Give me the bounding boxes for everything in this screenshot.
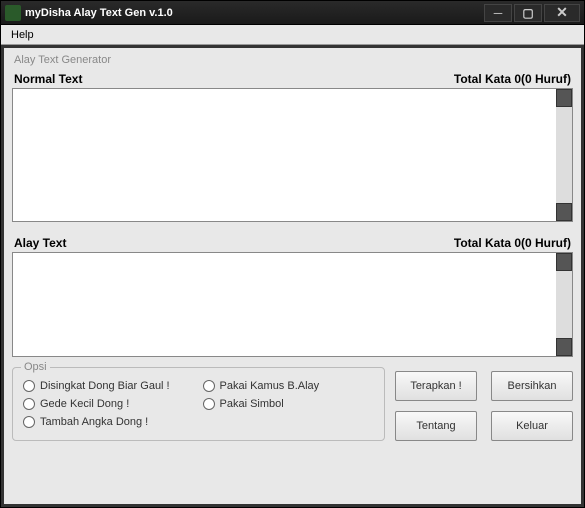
app-window: myDisha Alay Text Gen v.1.0 ─ ▢ ✕ Help A…: [0, 0, 585, 508]
options-grid: Disingkat Dong Biar Gaul ! Pakai Kamus B…: [23, 380, 374, 428]
normal-text-input[interactable]: [13, 89, 556, 221]
option-angka[interactable]: Tambah Angka Dong !: [23, 416, 195, 428]
scroll-down-icon[interactable]: [556, 338, 572, 356]
scroll-up-icon[interactable]: [556, 89, 572, 107]
scroll-up-icon[interactable]: [556, 253, 572, 271]
normal-stats: Total Kata 0(0 Huruf): [454, 72, 571, 86]
option-label: Pakai Simbol: [220, 398, 284, 410]
tentang-button[interactable]: Tentang: [395, 411, 477, 441]
alay-text-wrap: [12, 252, 573, 357]
alay-text-input[interactable]: [13, 253, 556, 356]
maximize-button[interactable]: ▢: [514, 4, 542, 22]
scroll-down-icon[interactable]: [556, 203, 572, 221]
bersihkan-button[interactable]: Bersihkan: [491, 371, 573, 401]
normal-header: Normal Text Total Kata 0(0 Huruf): [12, 72, 573, 88]
minimize-button[interactable]: ─: [484, 4, 512, 22]
options-legend: Opsi: [21, 361, 50, 373]
window-title: myDisha Alay Text Gen v.1.0: [25, 7, 484, 19]
radio-icon: [23, 380, 35, 392]
alay-stats: Total Kata 0(0 Huruf): [454, 236, 571, 250]
menu-help[interactable]: Help: [5, 27, 40, 43]
bottom-row: Opsi Disingkat Dong Biar Gaul ! Pakai Ka…: [12, 367, 573, 441]
alay-scrollbar[interactable]: [556, 253, 572, 356]
normal-label: Normal Text: [14, 72, 82, 86]
option-simbol[interactable]: Pakai Simbol: [203, 398, 375, 410]
terapkan-button[interactable]: Terapkan !: [395, 371, 477, 401]
option-gede-kecil[interactable]: Gede Kecil Dong !: [23, 398, 195, 410]
radio-icon: [23, 398, 35, 410]
app-icon: [5, 5, 21, 21]
button-group: Terapkan ! Bersihkan Tentang Keluar: [395, 367, 573, 441]
normal-text-wrap: [12, 88, 573, 222]
client-area: Alay Text Generator Normal Text Total Ka…: [1, 45, 584, 507]
radio-icon: [23, 416, 35, 428]
keluar-button[interactable]: Keluar: [491, 411, 573, 441]
option-label: Disingkat Dong Biar Gaul !: [40, 380, 170, 392]
normal-scrollbar[interactable]: [556, 89, 572, 221]
options-group: Opsi Disingkat Dong Biar Gaul ! Pakai Ka…: [12, 367, 385, 441]
titlebar: myDisha Alay Text Gen v.1.0 ─ ▢ ✕: [1, 1, 584, 25]
alay-header: Alay Text Total Kata 0(0 Huruf): [12, 236, 573, 252]
option-label: Tambah Angka Dong !: [40, 416, 148, 428]
radio-icon: [203, 398, 215, 410]
option-kamus[interactable]: Pakai Kamus B.Alay: [203, 380, 375, 392]
close-button[interactable]: ✕: [544, 4, 580, 22]
option-label: Pakai Kamus B.Alay: [220, 380, 320, 392]
menubar: Help: [1, 25, 584, 45]
window-controls: ─ ▢ ✕: [484, 4, 580, 22]
group-title: Alay Text Generator: [14, 54, 573, 66]
option-label: Gede Kecil Dong !: [40, 398, 129, 410]
radio-icon: [203, 380, 215, 392]
alay-label: Alay Text: [14, 236, 66, 250]
option-disingkat[interactable]: Disingkat Dong Biar Gaul !: [23, 380, 195, 392]
